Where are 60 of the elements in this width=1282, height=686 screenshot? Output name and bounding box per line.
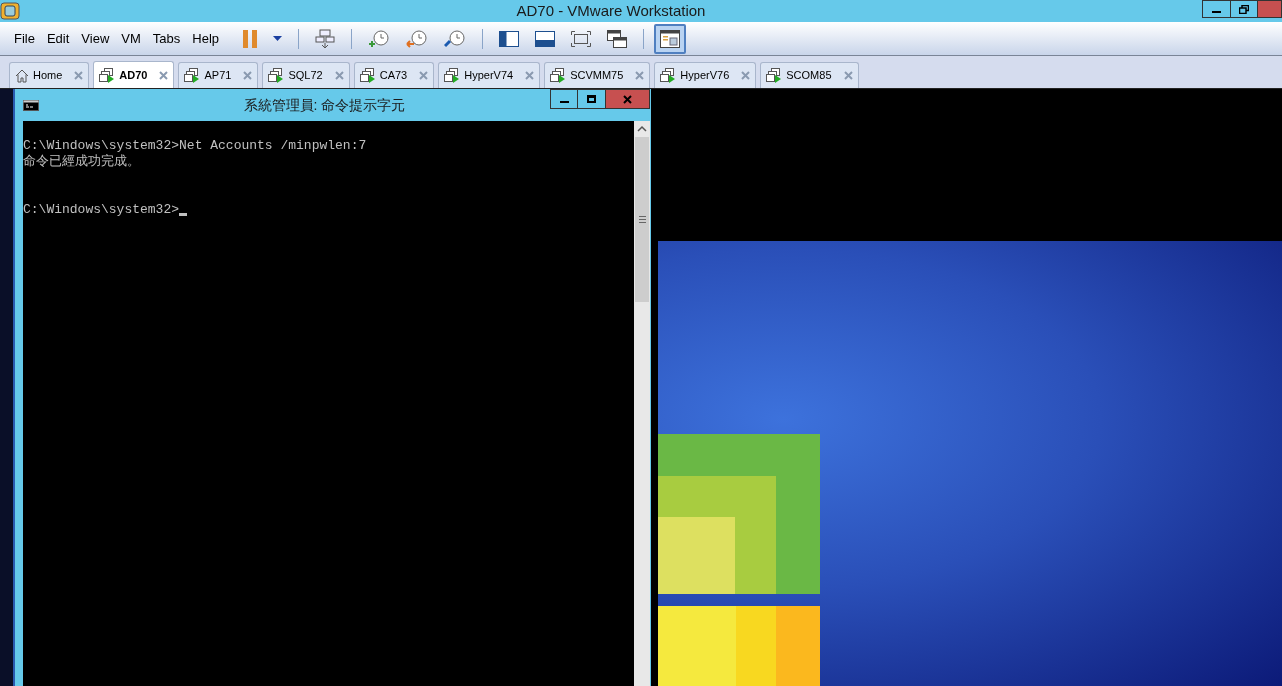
tab[interactable]: HyperV74 [438,62,541,88]
menu-item[interactable]: Help [186,28,226,49]
close-icon[interactable] [334,71,344,80]
close-icon[interactable] [843,71,853,80]
window-title: AD70 - VMware Workstation [516,0,706,21]
menu-item[interactable]: VM [115,28,147,49]
console-prompt: C:\Windows\system32> [23,202,180,218]
text-cursor [179,213,188,216]
tab[interactable]: Home [9,62,90,88]
close-icon[interactable] [419,71,429,80]
toolbar-button[interactable] [654,23,687,54]
vm-icon [184,68,201,83]
clock-icon [444,28,467,49]
restore-icon [1239,4,1249,14]
menu-item[interactable]: Tabs [146,28,187,49]
vm-icon [660,68,677,83]
sidebar-icon [499,30,520,47]
vm-icon [268,68,285,83]
tab[interactable]: AD70 [93,61,175,88]
tab[interactable]: CA73 [353,62,435,88]
vm-icon [359,68,376,83]
restore-button[interactable] [1231,0,1258,18]
caret-icon [273,36,283,41]
window-icon [660,29,681,48]
clock-icon [406,28,429,49]
tab[interactable]: SQL72 [262,62,350,88]
vm-icon [99,67,116,83]
home-icon [15,68,29,83]
clock-icon [368,28,391,49]
menu-item[interactable]: File [8,28,41,49]
menu-item[interactable]: View [75,28,116,49]
computer-icon [315,28,336,49]
vm-icon [444,68,461,83]
console-line: 命令已經成功完成。 [23,154,140,170]
tab[interactable]: SCOM85 [760,62,859,88]
console-line: C:\Windows\system32>Net Accounts /minpwlen:7 [23,138,367,154]
close-button[interactable] [606,89,650,109]
tab[interactable]: SCVMM75 [544,62,651,88]
minimize-button[interactable] [1202,0,1231,18]
tab[interactable]: HyperV76 [654,62,757,88]
minimize-button[interactable] [550,89,578,109]
close-icon[interactable] [74,71,84,80]
close-icon[interactable] [525,71,535,80]
console-icon [23,99,39,111]
windows-icon [607,29,628,48]
close-icon [623,94,632,104]
menu-item[interactable]: Edit [40,28,76,49]
vm-icon [550,68,567,83]
console-title: 系統管理員: 命令提示字元 [242,95,406,115]
close-icon[interactable] [635,71,645,80]
tab[interactable]: AP71 [178,62,259,88]
panel-icon [535,30,556,47]
fullscreen-icon [571,30,592,47]
app-icon [0,2,20,20]
pause-icon [243,29,258,48]
close-icon[interactable] [159,70,169,80]
close-icon[interactable] [243,71,253,80]
close-icon[interactable] [741,71,751,80]
scrollbar[interactable] [634,121,650,686]
vm-icon [766,68,783,83]
